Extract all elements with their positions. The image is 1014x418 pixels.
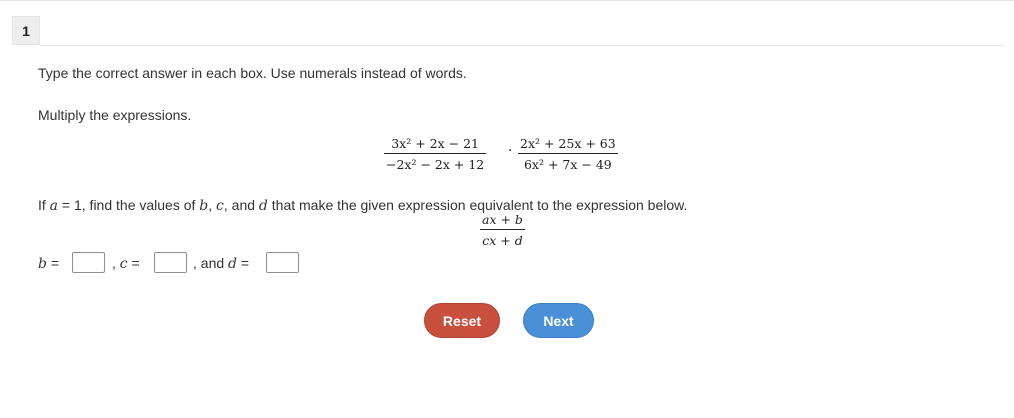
fraction-2-numerator: 2x² + 25x + 63 [520, 136, 616, 151]
fraction-1-denominator: −2x² − 2x + 12 [386, 157, 485, 172]
d-label: , and d = [193, 255, 249, 272]
b-input[interactable] [72, 252, 105, 273]
fraction-2-bar [518, 153, 618, 154]
next-button[interactable]: Next [523, 303, 594, 338]
var-a: a [49, 198, 59, 214]
var-b: b [199, 198, 209, 214]
c-input[interactable] [154, 252, 187, 273]
var-d: d [258, 198, 268, 214]
c-label: , c = [112, 255, 140, 272]
target-fraction: ax + b cx + d [480, 212, 525, 248]
instruction-text: Type the correct answer in each box. Use… [38, 65, 467, 81]
target-bar [480, 229, 525, 230]
condition-text: If a = 1, find the values of b, c, and d… [38, 197, 687, 214]
d-label-sep: , and [193, 255, 229, 271]
fraction-2: 2x² + 25x + 63 6x² + 7x − 49 [518, 136, 618, 172]
c-label-sep: , [112, 255, 120, 271]
b-label: b = [38, 255, 59, 272]
b-label-eq: = [46, 255, 60, 271]
question-number-badge: 1 [12, 16, 40, 45]
condition-part1: If [38, 197, 50, 213]
top-border [0, 0, 1014, 1]
condition-comma1: , [208, 197, 217, 213]
target-denominator: cx + d [482, 233, 523, 248]
question-number: 1 [22, 22, 30, 39]
condition-part3: , and [223, 197, 259, 213]
multiply-operator: · [508, 143, 513, 159]
c-label-eq: = [127, 255, 140, 271]
target-numerator: ax + b [482, 212, 523, 227]
reset-button[interactable]: Reset [424, 303, 500, 338]
fraction-2-denominator: 6x² + 7x − 49 [523, 157, 612, 172]
condition-part2: = 1, find the values of [58, 197, 200, 213]
condition-part4: that make the given expression equivalen… [267, 197, 688, 213]
fraction-1: 3x² + 2x − 21 −2x² − 2x + 12 [384, 136, 487, 172]
d-label-eq: = [237, 255, 250, 271]
c-label-var: c [119, 256, 128, 272]
b-label-var: b [38, 256, 47, 272]
fraction-1-numerator: 3x² + 2x − 21 [391, 136, 479, 151]
var-c: c [216, 198, 224, 214]
prompt-text: Multiply the expressions. [38, 107, 192, 123]
d-input[interactable] [266, 252, 299, 273]
d-label-var: d [228, 256, 237, 272]
fraction-1-bar [384, 153, 487, 154]
question-header-divider [40, 45, 1004, 46]
